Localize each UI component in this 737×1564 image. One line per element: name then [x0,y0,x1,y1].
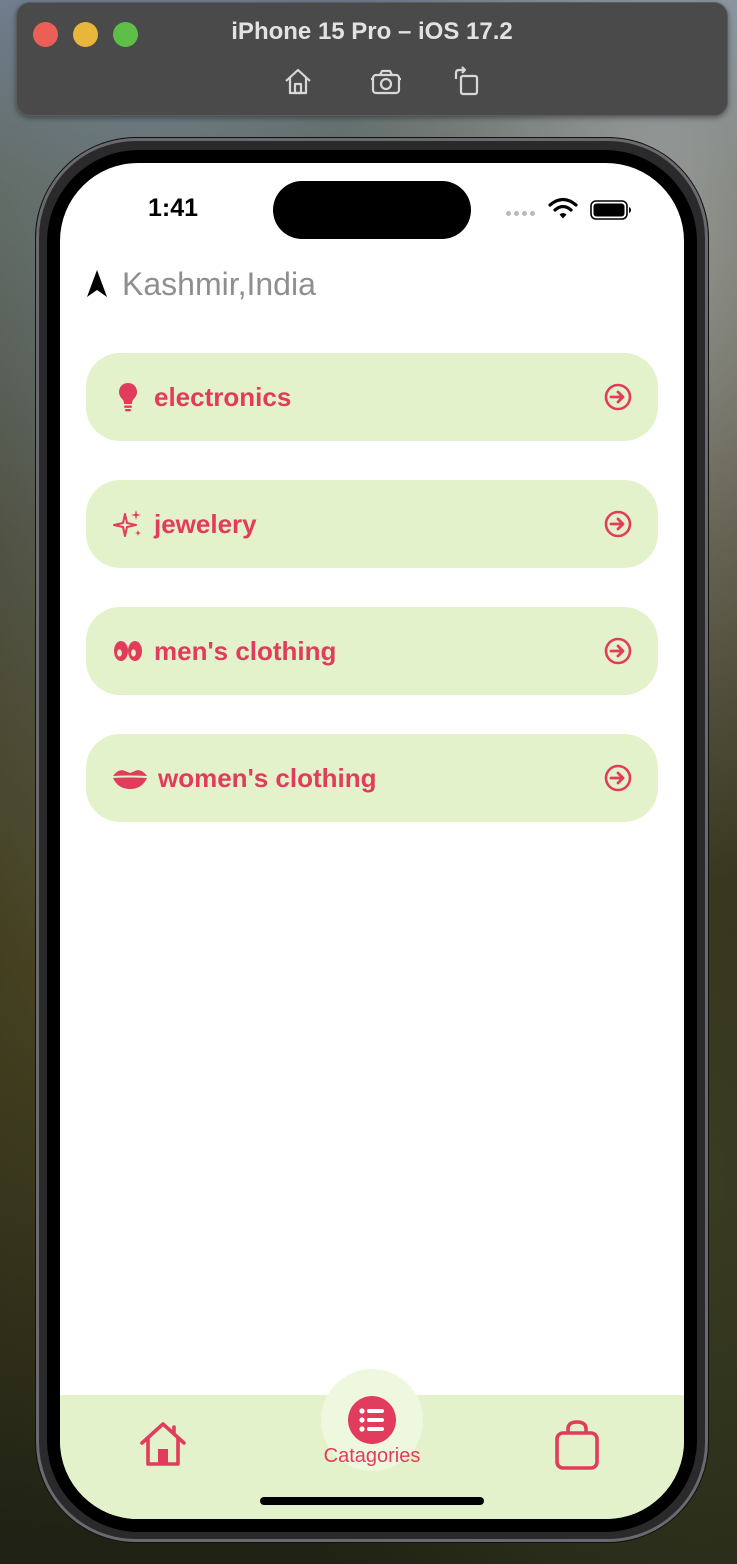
wifi-icon [548,197,578,219]
category-label: women's clothing [158,762,377,793]
home-icon[interactable] [281,65,315,99]
home-indicator[interactable] [260,1497,484,1505]
battery-icon [590,200,631,220]
simulator-title: iPhone 15 Pro – iOS 17.2 [231,18,513,45]
dynamic-island [273,181,471,239]
tab-bar: Catagories [60,1369,684,1519]
house-icon[interactable] [138,1419,188,1469]
category-label: jewelery [154,508,257,539]
list-bullet-circle-icon[interactable] [347,1395,397,1445]
arrow-right-circle-icon[interactable] [604,510,632,538]
signal-dots-icon [506,211,538,217]
category-label: electronics [154,381,292,412]
lightbulb-icon [112,381,144,413]
sparkles-icon [112,508,144,540]
status-time: 1:41 [148,194,199,222]
arrow-right-circle-icon[interactable] [604,764,632,792]
category-item-mens-clothing[interactable]: men's clothing [86,607,658,695]
arrow-right-circle-icon[interactable] [604,637,632,665]
category-item-electronics[interactable]: electronics [86,353,658,441]
tab-categories-label[interactable]: Catagories [292,1445,452,1468]
location-text: Kashmir,India [122,265,316,302]
status-icons [506,197,636,221]
category-item-womens-clothing[interactable]: women's clothing [86,734,658,822]
category-list: electronics jewelery men's clothing wome… [86,353,658,861]
location-header[interactable]: Kashmir,India [86,263,316,305]
category-label: men's clothing [154,635,337,666]
arrow-right-circle-icon[interactable] [604,383,632,411]
bag-icon[interactable] [554,1419,600,1471]
phone-screen: 1:41 Kashmir,India electronics jewelery … [60,163,684,1519]
eyes-icon [112,635,144,667]
lips-icon [112,762,148,794]
simulator-title-bar: iPhone 15 Pro – iOS 17.2 [16,2,728,116]
category-item-jewelery[interactable]: jewelery [86,480,658,568]
rotate-icon[interactable] [450,65,484,99]
screenshot-icon[interactable] [369,65,403,99]
location-arrow-icon [87,270,107,297]
